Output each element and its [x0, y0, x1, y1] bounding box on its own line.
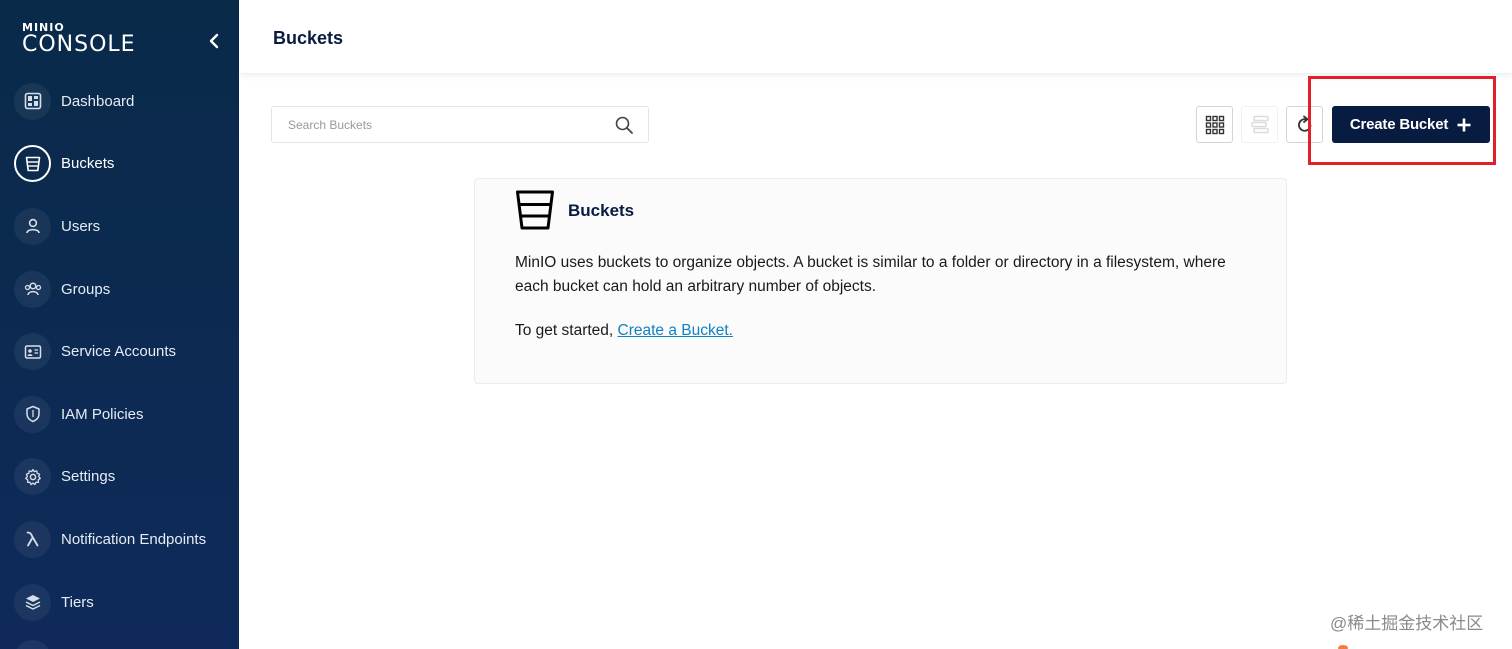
- chevron-left-icon: [209, 33, 219, 49]
- empty-state-description: MinIO uses buckets to organize objects. …: [515, 254, 1226, 295]
- bucket-icon: [14, 145, 51, 183]
- groups-icon: [14, 270, 51, 308]
- sidebar-item-label: Notification Endpoints: [61, 530, 207, 548]
- layers-icon: [14, 583, 51, 621]
- highlight-annotation-box: [1308, 76, 1496, 165]
- sidebar-item-dashboard[interactable]: Dashboard: [0, 70, 239, 133]
- create-bucket-link[interactable]: Create a Bucket.: [618, 322, 733, 339]
- sidebar-item-service-accounts[interactable]: Service Accounts: [0, 320, 239, 383]
- stack-icon: [1250, 115, 1269, 133]
- multi-select-button[interactable]: [1241, 106, 1278, 143]
- sidebar-item-label: Settings: [61, 468, 116, 486]
- sidebar-item-label: Tiers: [61, 593, 94, 611]
- search-input[interactable]: [272, 107, 602, 142]
- sidebar-item-label: Service Accounts: [61, 343, 177, 361]
- collapse-sidebar-button[interactable]: [204, 30, 224, 52]
- page-title: Buckets: [273, 28, 344, 48]
- sidebar: MINIO CONSOLE Dashboard Buckets Users Gr…: [0, 0, 239, 649]
- sidebar-item-tiers[interactable]: Tiers: [0, 571, 239, 634]
- brand-logo-big: CONSOLE: [22, 32, 136, 57]
- watermark: @稀土掘金技术社区: [1330, 614, 1484, 633]
- empty-state-start: To get started, Create a Bucket.: [515, 322, 733, 340]
- sidebar-item-notification-endpoints[interactable]: Notification Endpoints: [0, 508, 239, 571]
- empty-state-title: Buckets: [568, 201, 635, 220]
- app-window: MINIO CONSOLE Dashboard Buckets Users Gr…: [0, 0, 1512, 649]
- grid-icon: [1205, 115, 1224, 134]
- gear-icon: [14, 458, 51, 496]
- sidebar-item-iam-policies[interactable]: IAM Policies: [0, 383, 239, 446]
- sidebar-item-label: Dashboard: [61, 92, 135, 110]
- page-header: Buckets: [239, 0, 1512, 74]
- sidebar-nav: Dashboard Buckets Users Groups Service A…: [0, 70, 239, 633]
- empty-state-start-prefix: To get started,: [515, 322, 618, 339]
- sidebar-item-groups[interactable]: Groups: [0, 258, 239, 321]
- lambda-icon: [14, 520, 51, 558]
- sidebar-item-users[interactable]: Users: [0, 195, 239, 258]
- watermark-dot: [1338, 645, 1348, 649]
- sidebar-item-settings[interactable]: Settings: [0, 446, 239, 509]
- user-icon: [14, 207, 51, 245]
- search-bar: [271, 106, 649, 143]
- brand-logo: MINIO CONSOLE: [22, 22, 136, 56]
- sidebar-item-label: IAM Policies: [61, 405, 144, 423]
- grid-view-button[interactable]: [1196, 106, 1233, 143]
- search-icon[interactable]: [614, 115, 634, 135]
- sidebar-item-partial[interactable]: [14, 640, 51, 649]
- sidebar-item-buckets[interactable]: Buckets: [0, 133, 239, 196]
- sidebar-item-label: Buckets: [61, 155, 115, 173]
- sidebar-item-label: Users: [61, 217, 101, 235]
- sidebar-item-label: Groups: [61, 280, 111, 298]
- empty-state-card: Buckets MinIO uses buckets to organize o…: [474, 178, 1287, 384]
- shield-icon: [14, 395, 51, 433]
- id-card-icon: [14, 333, 51, 371]
- dashboard-icon: [14, 82, 51, 120]
- bucket-icon: [516, 190, 554, 230]
